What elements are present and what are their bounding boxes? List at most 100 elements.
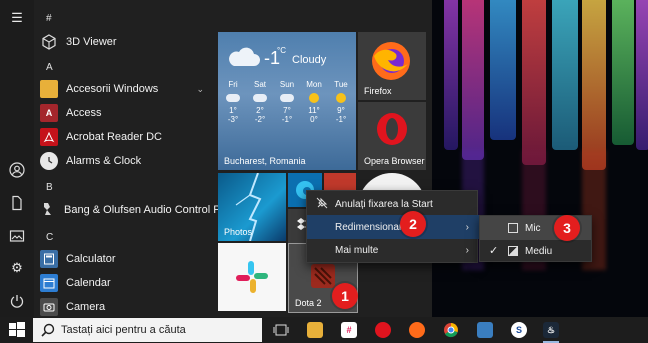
taskbar-file-explorer[interactable]	[304, 319, 326, 341]
medium-size-icon	[508, 246, 518, 256]
cloud-icon	[280, 94, 294, 102]
calendar-icon	[40, 274, 58, 292]
app-item-alarms-clock[interactable]: Alarms & Clock	[40, 150, 212, 172]
taskbar-opera[interactable]	[372, 319, 394, 341]
slack-tile[interactable]	[218, 243, 286, 311]
app-item-accesorii-windows[interactable]: Accesorii Windows ⌄	[40, 78, 212, 100]
step-badge-3: 3	[554, 215, 580, 241]
task-view-button[interactable]	[270, 319, 292, 341]
steam-icon: ♨	[543, 322, 559, 338]
settings-gear-icon[interactable]: ⚙	[9, 260, 25, 276]
chevron-right-icon: ›	[465, 244, 469, 256]
unpin-from-start-item[interactable]: Anulați fixarea la Start	[307, 192, 479, 216]
small-size-icon	[508, 223, 518, 233]
firefox-tile[interactable]: Firefox	[358, 32, 426, 100]
hamburger-menu-icon[interactable]: ☰	[9, 10, 25, 26]
app-label: Acrobat Reader DC	[66, 131, 162, 143]
chrome-icon	[444, 323, 458, 338]
search-icon	[41, 323, 55, 337]
forecast-high: 2°	[256, 106, 264, 115]
windows-start-button[interactable]	[8, 321, 26, 339]
section-letter[interactable]: A	[46, 62, 53, 73]
app-item-camera[interactable]: Camera	[40, 296, 212, 318]
weather-condition: Cloudy	[292, 54, 327, 66]
taskbar-app[interactable]	[474, 319, 496, 341]
cloud-icon	[226, 94, 240, 102]
folder-icon	[40, 80, 58, 98]
step-badge-1: 1	[332, 283, 358, 309]
size-medium-item[interactable]: ✓ Mediu	[480, 239, 591, 263]
opera-tile[interactable]: Opera Browser	[358, 102, 426, 170]
step-badge-2: 2	[400, 211, 426, 237]
more-item[interactable]: Mai multe ›	[307, 238, 479, 262]
cloud-icon	[253, 94, 267, 102]
app-item-acrobat-reader[interactable]: Acrobat Reader DC	[40, 126, 212, 148]
app-item-calendar[interactable]: Calendar	[40, 272, 212, 294]
taskbar-firefox[interactable]	[406, 319, 428, 341]
forecast-day: Sat 2° -2°	[249, 80, 271, 124]
task-view-icon	[273, 324, 289, 336]
forecast-low: -1°	[335, 115, 347, 124]
app-item-access[interactable]: A Access	[40, 102, 212, 124]
weather-location: Bucharest, Romania	[224, 156, 306, 166]
sun-icon	[309, 93, 319, 103]
acrobat-icon	[40, 128, 58, 146]
unpin-icon	[316, 197, 328, 212]
taskbar-search-box[interactable]	[33, 318, 262, 342]
photos-label: Photos	[224, 227, 253, 237]
more-label: Mai multe	[335, 244, 379, 256]
firefox-label: Firefox	[364, 86, 392, 96]
app-label: Bang & Olufsen Audio Control Panel	[64, 204, 242, 216]
camera-icon	[40, 298, 58, 316]
photos-tile[interactable]: Photos	[218, 173, 286, 241]
forecast-high: 9°	[337, 106, 345, 115]
app-icon	[477, 322, 493, 338]
tile-context-menu: Anulați fixarea la Start Redimensionare …	[306, 190, 479, 263]
forecast-day-name: Fri	[228, 80, 238, 89]
start-rail: ☰ ⚙	[0, 0, 34, 317]
section-letter[interactable]: C	[46, 232, 53, 243]
power-icon[interactable]	[9, 293, 25, 309]
sync-icon: S	[511, 322, 527, 338]
opera-icon	[375, 322, 391, 338]
section-letter[interactable]: B	[46, 182, 53, 193]
firefox-icon	[372, 42, 410, 80]
forecast-day: Tue 9° -1°	[330, 80, 352, 124]
search-input[interactable]	[61, 324, 251, 336]
app-label: Calculator	[66, 253, 116, 265]
folder-icon	[307, 322, 323, 338]
app-label: Camera	[66, 301, 106, 313]
forecast-day: Mon 11° 0°	[303, 80, 325, 124]
sun-icon	[336, 93, 346, 103]
taskbar-sync-app[interactable]: S	[508, 319, 530, 341]
app-label: Alarms & Clock	[66, 155, 142, 167]
pictures-icon[interactable]	[9, 228, 25, 244]
windows-logo-icon	[9, 322, 25, 337]
weather-tile[interactable]: -1 °C Cloudy Fri 1° -3° Sat 2° -2° Sun 7…	[218, 32, 356, 170]
documents-icon[interactable]	[9, 195, 25, 211]
app-item-bang-olufsen[interactable]: Bang & Olufsen Audio Control Panel	[40, 199, 241, 221]
resize-label: Redimensionare	[335, 221, 408, 233]
taskbar-steam[interactable]: ♨	[540, 319, 562, 343]
account-icon[interactable]	[9, 162, 25, 178]
access-icon: A	[40, 104, 58, 122]
forecast-high: 11°	[308, 106, 320, 115]
taskbar-slack[interactable]: #	[338, 319, 360, 341]
forecast-day-name: Sun	[279, 80, 295, 89]
forecast-high: 7°	[283, 106, 291, 115]
forecast-low: -3°	[227, 115, 239, 124]
taskbar-chrome[interactable]	[440, 319, 462, 341]
chevron-down-icon[interactable]: ⌄	[196, 84, 204, 95]
app-label: Calendar	[66, 277, 111, 289]
forecast-day-name: Sat	[253, 80, 266, 89]
chevron-right-icon: ›	[465, 221, 469, 233]
forecast-low: -2°	[254, 115, 266, 124]
app-label: Accesorii Windows	[66, 83, 159, 95]
app-item-calculator[interactable]: Calculator	[40, 248, 212, 270]
weather-unit: °C	[277, 46, 286, 55]
clock-icon	[40, 152, 58, 170]
resize-item[interactable]: Redimensionare ›	[307, 215, 479, 239]
section-letter[interactable]: #	[46, 13, 52, 24]
app-item-3d-viewer[interactable]: 3D Viewer	[40, 31, 212, 53]
dota2-label: Dota 2	[295, 298, 322, 308]
